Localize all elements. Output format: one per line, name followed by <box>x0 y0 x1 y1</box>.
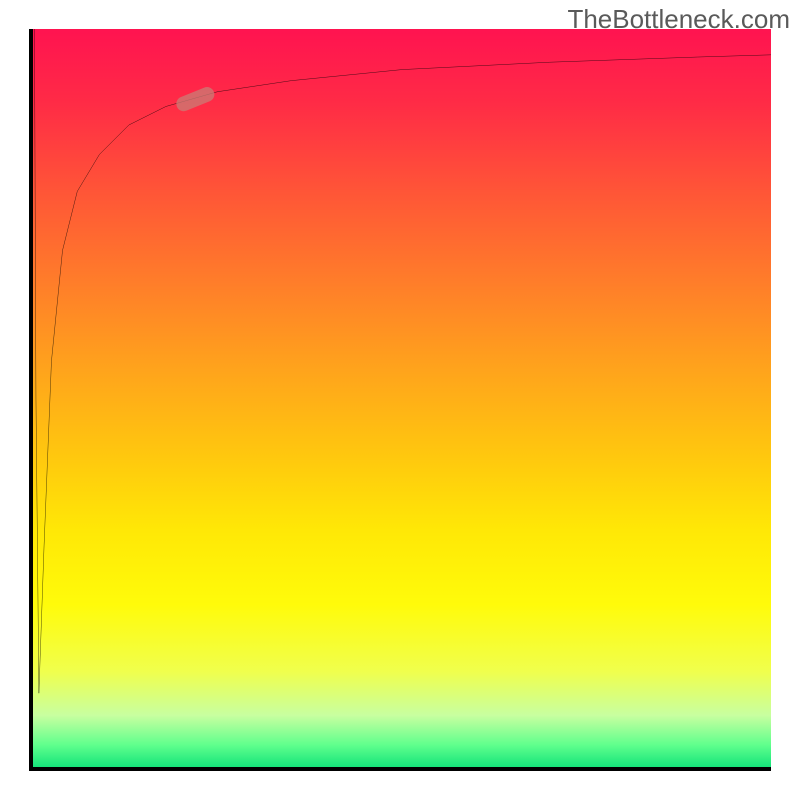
axes-frame <box>29 29 771 771</box>
chart-canvas: TheBottleneck.com <box>0 0 800 800</box>
